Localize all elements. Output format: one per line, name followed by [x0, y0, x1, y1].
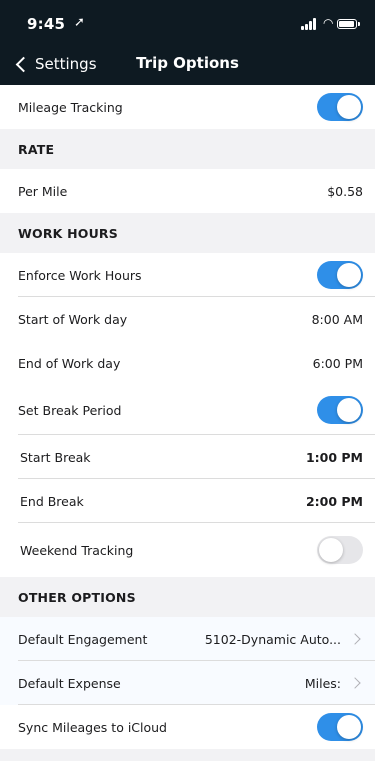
default-expense-value: Miles: [304, 675, 341, 691]
end-break-row[interactable]: End Break 2:00 PM [0, 479, 375, 523]
end-break-value: 2:00 PM [305, 493, 363, 509]
weekend-tracking-row: Weekend Tracking [0, 523, 375, 577]
default-expense-row[interactable]: Default Expense Miles: [0, 661, 375, 705]
location-arrow-icon: ➚ [74, 15, 85, 30]
settings-list: Mileage Tracking RATE Per Mile $0.58 WOR… [0, 85, 375, 761]
sync-mileages-toggle[interactable] [317, 713, 363, 741]
mileage-tracking-label: Mileage Tracking [18, 99, 123, 115]
chevron-right-icon [349, 677, 361, 689]
enforce-work-hours-label: Enforce Work Hours [18, 267, 142, 283]
default-engagement-row[interactable]: Default Engagement 5102-Dynamic Auto... [0, 617, 375, 661]
section-title-rate: RATE [18, 141, 55, 157]
section-header-other-options: OTHER OPTIONS [0, 577, 375, 617]
weekend-tracking-label: Weekend Tracking [20, 542, 134, 558]
set-break-period-toggle[interactable] [317, 396, 363, 424]
sync-mileages-row: Sync Mileages to iCloud [0, 705, 375, 749]
default-engagement-value: 5102-Dynamic Auto... [204, 631, 341, 647]
end-break-label: End Break [20, 493, 84, 509]
mileage-tracking-toggle[interactable] [317, 93, 363, 121]
start-work-day-value: 8:00 AM [311, 311, 363, 327]
per-mile-label: Per Mile [18, 183, 68, 199]
section-header-work-hours: WORK HOURS [0, 213, 375, 253]
navigation-bar: Settings Trip Options [0, 44, 375, 85]
wifi-icon: ◠ [323, 16, 334, 30]
weekend-tracking-toggle[interactable] [317, 536, 363, 564]
header-bar: 9:45 ➚ ◠ Settings Trip Options [0, 0, 375, 85]
enforce-work-hours-toggle[interactable] [317, 261, 363, 289]
start-break-label: Start Break [20, 449, 91, 465]
start-break-row[interactable]: Start Break 1:00 PM [0, 435, 375, 479]
sync-mileages-label: Sync Mileages to iCloud [18, 719, 167, 735]
start-break-value: 1:00 PM [305, 449, 363, 465]
enforce-work-hours-row: Enforce Work Hours [0, 253, 375, 297]
section-title-other-options: OTHER OPTIONS [18, 589, 136, 605]
end-work-day-row[interactable]: End of Work day 6:00 PM [0, 341, 375, 385]
section-title-work-hours: WORK HOURS [18, 225, 118, 241]
section-header-rate: RATE [0, 129, 375, 169]
chevron-right-icon [349, 633, 361, 645]
end-work-day-value: 6:00 PM [312, 355, 363, 371]
per-mile-value: $0.58 [327, 183, 363, 199]
status-icons: ◠ [301, 16, 361, 32]
list-footer [0, 749, 375, 761]
per-mile-row[interactable]: Per Mile $0.58 [0, 169, 375, 213]
start-work-day-row[interactable]: Start of Work day 8:00 AM [0, 297, 375, 341]
set-break-period-label: Set Break Period [18, 402, 122, 418]
status-time: 9:45 [27, 15, 66, 33]
page-title: Trip Options [136, 54, 239, 72]
default-expense-label: Default Expense [18, 675, 121, 691]
set-break-period-row: Set Break Period [0, 385, 375, 435]
default-engagement-label: Default Engagement [18, 631, 148, 647]
end-work-day-label: End of Work day [18, 355, 121, 371]
mileage-tracking-row: Mileage Tracking [0, 85, 375, 129]
status-bar: 9:45 ➚ ◠ [0, 0, 375, 44]
signal-icon [301, 18, 319, 30]
battery-icon [337, 19, 360, 29]
start-work-day-label: Start of Work day [18, 311, 128, 327]
